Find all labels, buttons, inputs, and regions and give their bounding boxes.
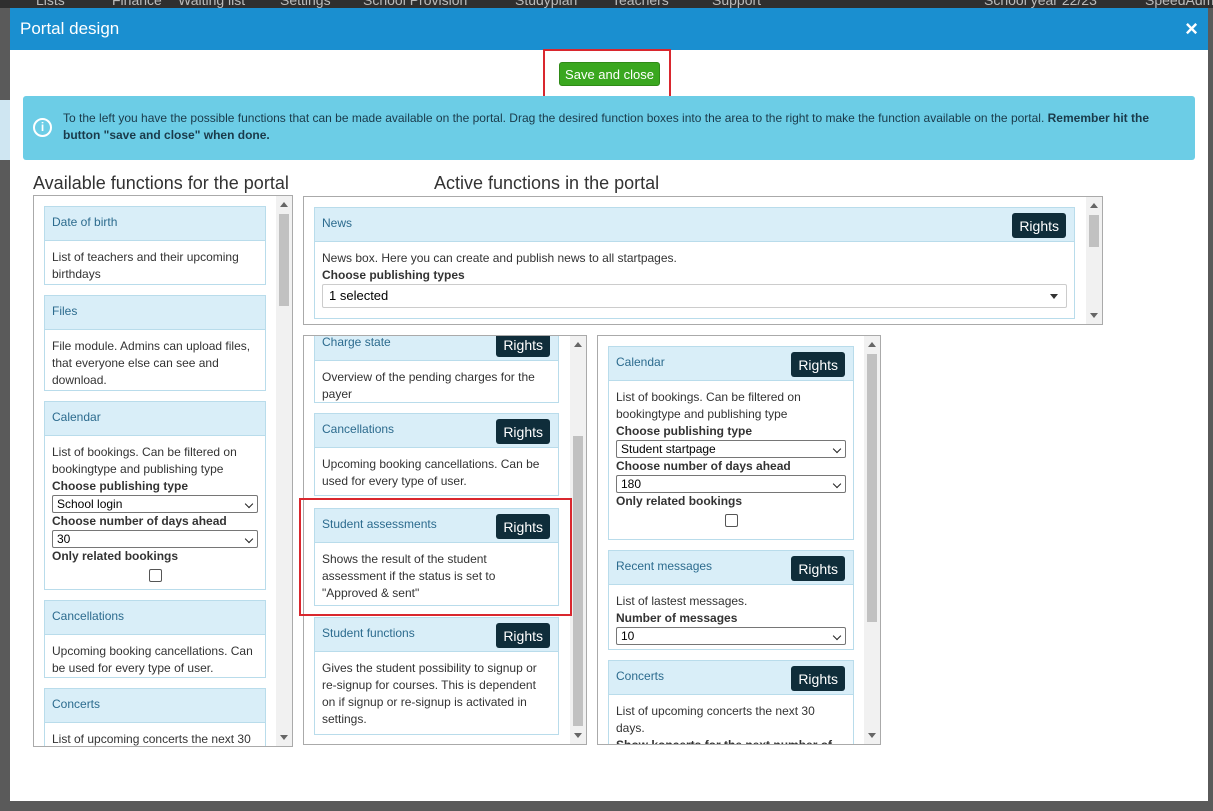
info-icon: i	[33, 118, 52, 137]
info-text: To the left you have the possible functi…	[63, 111, 1149, 142]
close-icon[interactable]: ×	[1185, 16, 1198, 42]
days-ahead-select[interactable]: 180	[616, 475, 846, 493]
background-strip	[0, 100, 10, 160]
scroll-down-icon[interactable]	[280, 735, 288, 740]
rights-button[interactable]: Rights	[791, 352, 845, 377]
active-top-panel[interactable]: News Rights News box. Here you can creat…	[303, 196, 1103, 325]
user-name: SpeedAdm	[1145, 0, 1213, 8]
available-card-date-of-birth[interactable]: Date of birth List of teachers and their…	[44, 206, 266, 285]
active-top-scrollbar[interactable]	[1086, 197, 1102, 324]
save-and-close-button[interactable]: Save and close	[559, 62, 660, 86]
info-banner: i To the left you have the possible func…	[23, 96, 1195, 160]
active-card-calendar[interactable]: Calendar Rights List of bookings. Can be…	[608, 346, 854, 540]
rights-button[interactable]: Rights	[496, 419, 550, 444]
active-card-recent-messages[interactable]: Recent messages Rights List of lastest m…	[608, 550, 854, 650]
active-card-news[interactable]: News Rights News box. Here you can creat…	[314, 207, 1075, 319]
modal-header: Portal design ×	[10, 8, 1208, 50]
days-ahead-select[interactable]: 30	[52, 530, 258, 548]
nav-studyplan: Studyplan	[515, 0, 578, 8]
available-functions-panel[interactable]: Date of birth List of teachers and their…	[33, 195, 293, 747]
scroll-down-icon[interactable]	[868, 733, 876, 738]
nav-support: Support	[712, 0, 762, 8]
nav-settings: Settings	[280, 0, 331, 8]
available-card-files[interactable]: Files File module. Admins can upload fil…	[44, 295, 266, 391]
publishing-type-select[interactable]: Student startpage	[616, 440, 846, 458]
scroll-thumb[interactable]	[279, 214, 289, 306]
background-nav: Lists Finance Waiting list Settings Scho…	[0, 0, 1213, 8]
number-of-messages-select[interactable]: 10	[616, 627, 846, 645]
available-card-calendar[interactable]: Calendar List of bookings. Can be filter…	[44, 401, 266, 590]
nav-teachers: Teachers	[612, 0, 669, 8]
publishing-type-select[interactable]: School login	[52, 495, 258, 513]
rights-button[interactable]: Rights	[496, 336, 550, 357]
scroll-thumb[interactable]	[867, 354, 877, 622]
scroll-up-icon[interactable]	[868, 342, 876, 347]
portal-design-modal: Portal design × Save and close i To the …	[10, 8, 1208, 801]
nav-school-provision: School Provision	[363, 0, 468, 8]
rights-button[interactable]: Rights	[496, 514, 550, 539]
active-card-charge-state[interactable]: Charge state Rights Overview of the pend…	[314, 336, 559, 403]
modal-title: Portal design	[20, 19, 120, 38]
active-card-student-functions[interactable]: Student functions Rights Gives the stude…	[314, 617, 559, 735]
rights-button[interactable]: Rights	[1012, 213, 1066, 238]
nav-waiting-list: Waiting list	[178, 0, 246, 8]
rights-button[interactable]: Rights	[791, 666, 845, 691]
rights-button[interactable]: Rights	[791, 556, 845, 581]
active-middle-panel[interactable]: Charge state Rights Overview of the pend…	[303, 335, 587, 745]
active-right-panel[interactable]: Calendar Rights List of bookings. Can be…	[597, 335, 881, 745]
scroll-down-icon[interactable]	[1090, 313, 1098, 318]
related-bookings-checkbox[interactable]	[724, 514, 738, 527]
scroll-up-icon[interactable]	[574, 342, 582, 347]
school-year: School year 22/23	[984, 0, 1097, 8]
active-card-cancellations[interactable]: Cancellations Rights Upcoming booking ca…	[314, 413, 559, 496]
active-middle-scrollbar[interactable]	[570, 336, 586, 744]
rights-button[interactable]: Rights	[496, 623, 550, 648]
scroll-thumb[interactable]	[573, 436, 583, 726]
scroll-thumb[interactable]	[1089, 215, 1099, 247]
nav-finance: Finance	[112, 0, 162, 8]
active-card-concerts[interactable]: Concerts Rights List of upcoming concert…	[608, 660, 854, 744]
active-card-student-assessments[interactable]: Student assessments Rights Shows the res…	[314, 508, 559, 606]
nav-lists: Lists	[36, 0, 65, 8]
active-right-scrollbar[interactable]	[864, 336, 880, 744]
available-card-concerts[interactable]: Concerts List of upcoming concerts the n…	[44, 688, 266, 746]
publishing-types-select[interactable]: 1 selected	[322, 284, 1067, 308]
active-title: Active functions in the portal	[434, 173, 660, 193]
related-bookings-checkbox[interactable]	[148, 569, 162, 582]
scroll-up-icon[interactable]	[280, 202, 288, 207]
available-scrollbar[interactable]	[276, 196, 292, 746]
available-card-cancellations[interactable]: Cancellations Upcoming booking cancellat…	[44, 600, 266, 678]
available-title: Available functions for the portal	[33, 173, 289, 193]
scroll-down-icon[interactable]	[574, 733, 582, 738]
scroll-up-icon[interactable]	[1090, 203, 1098, 208]
save-highlight: Save and close	[543, 49, 671, 100]
